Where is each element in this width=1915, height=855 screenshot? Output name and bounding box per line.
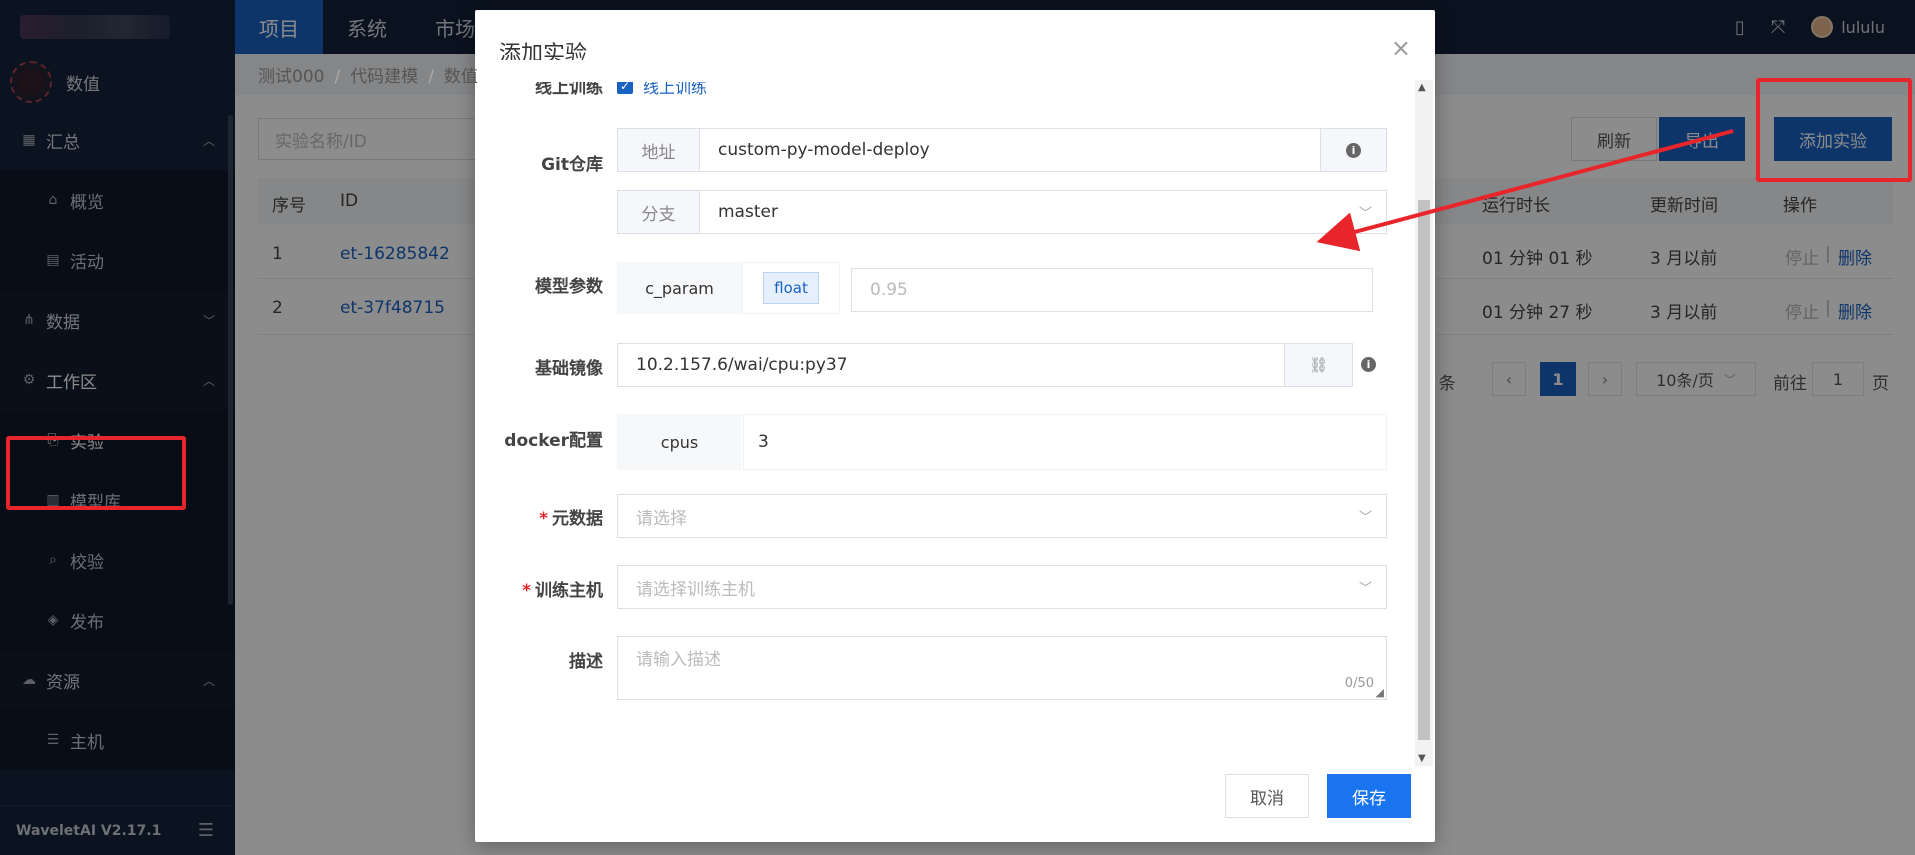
training-host-placeholder: 请选择训练主机: [636, 579, 755, 600]
add-experiment-dialog: 添加实验 × 线上训练 ✓ 线上训练 Git仓库 地址 custom-py-mo…: [475, 10, 1435, 842]
training-host-label: * 训练主机: [475, 576, 603, 601]
description-placeholder: 请输入描述: [636, 650, 721, 670]
breadcrumb-item[interactable]: 测试000: [258, 67, 324, 87]
training-host-label-text: 训练主机: [535, 581, 603, 601]
resize-handle-icon[interactable]: ◢: [1376, 686, 1384, 699]
docker-value: 3: [758, 432, 769, 452]
scrollbar-thumb[interactable]: [1418, 200, 1430, 740]
git-address-value: custom-py-model-deploy: [718, 140, 930, 160]
model-params-label: 模型参数: [535, 277, 603, 297]
metadata-label-text: 元数据: [552, 509, 603, 529]
chevron-down-icon: ﹀: [1358, 206, 1372, 222]
scroll-down-icon[interactable]: ▼: [1418, 753, 1426, 764]
chevron-down-icon: ﹀: [1358, 510, 1372, 526]
training-host-select[interactable]: 请选择训练主机 ﹀: [617, 565, 1387, 609]
required-mark: *: [522, 581, 531, 601]
param-value-input[interactable]: 0.95: [851, 268, 1373, 312]
git-repo-label: Git仓库: [541, 155, 603, 175]
docker-key: cpus: [617, 414, 742, 470]
docker-config-label: docker配置: [504, 431, 603, 451]
required-mark: *: [539, 509, 548, 529]
base-image-field[interactable]: 10.2.157.6/wai/cpu:py37 ⛓: [617, 343, 1353, 387]
git-info-addon[interactable]: i: [1320, 129, 1386, 171]
scroll-up-icon[interactable]: ▲: [1418, 82, 1426, 93]
base-image-label: 基础镜像: [535, 359, 603, 379]
cancel-button[interactable]: 取消: [1225, 774, 1309, 818]
param-name: c_param: [617, 262, 742, 314]
breadcrumb-separator: /: [428, 67, 434, 87]
git-branch-addon: 分支: [618, 191, 700, 233]
metadata-placeholder: 请选择: [636, 508, 687, 529]
git-branch-select[interactable]: 分支 master ﹀: [617, 190, 1387, 234]
base-image-value: 10.2.157.6/wai/cpu:py37: [636, 355, 848, 375]
metadata-select[interactable]: 请选择 ﹀: [617, 494, 1387, 538]
param-type-cell: float: [742, 262, 840, 314]
breadcrumb: 测试000 / 代码建模 / 数值: [258, 62, 478, 87]
breadcrumb-separator: /: [334, 67, 341, 87]
dialog-header-mask: [475, 60, 1415, 82]
metadata-label: * 元数据: [475, 504, 603, 529]
git-address-field[interactable]: 地址 custom-py-model-deploy i: [617, 128, 1387, 172]
dialog-scrollbar[interactable]: ▲ ▼: [1415, 80, 1433, 766]
save-button[interactable]: 保存: [1327, 774, 1411, 818]
chevron-down-icon: ﹀: [1358, 581, 1372, 597]
info-icon: i: [1346, 142, 1361, 158]
param-value-placeholder: 0.95: [870, 280, 908, 300]
breadcrumb-item: 数值: [443, 67, 478, 87]
description-label: 描述: [569, 652, 603, 672]
breadcrumb-item[interactable]: 代码建模: [350, 67, 418, 87]
docker-value-input[interactable]: 3: [743, 414, 1387, 470]
git-address-addon: 地址: [618, 129, 700, 171]
char-counter: 0/50: [1344, 676, 1374, 691]
close-icon[interactable]: ×: [1391, 34, 1411, 62]
param-type-tag: float: [763, 272, 819, 304]
link-icon[interactable]: ⛓: [1284, 344, 1352, 386]
description-textarea[interactable]: 请输入描述 0/50 ◢: [617, 636, 1387, 700]
info-icon[interactable]: i: [1361, 357, 1376, 372]
git-branch-value: master: [718, 202, 778, 222]
